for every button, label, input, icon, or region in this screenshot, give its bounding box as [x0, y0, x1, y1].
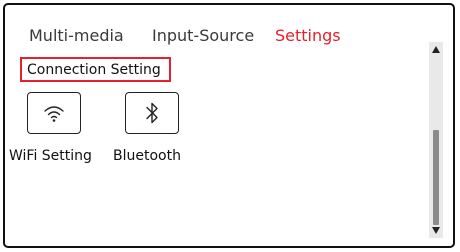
wifi-setting-button[interactable]	[27, 92, 81, 134]
tab-multi-media[interactable]: Multi-media	[29, 25, 124, 47]
tab-input-source[interactable]: Input-Source	[152, 25, 254, 47]
bluetooth-label[interactable]: Bluetooth	[113, 146, 181, 166]
section-header-connection-setting: Connection Setting	[20, 57, 171, 82]
wifi-setting-label[interactable]: WiFi Setting	[9, 146, 92, 166]
tab-settings[interactable]: Settings	[275, 25, 341, 47]
scroll-down-arrow-icon[interactable]	[432, 227, 440, 234]
scrollbar-thumb[interactable]	[433, 130, 439, 225]
wifi-icon	[44, 106, 64, 122]
section-title: Connection Setting	[27, 62, 161, 78]
bluetooth-icon	[146, 102, 158, 124]
bluetooth-button[interactable]	[125, 92, 179, 134]
scroll-up-arrow-icon[interactable]	[432, 46, 440, 53]
vertical-scrollbar[interactable]	[429, 42, 443, 238]
